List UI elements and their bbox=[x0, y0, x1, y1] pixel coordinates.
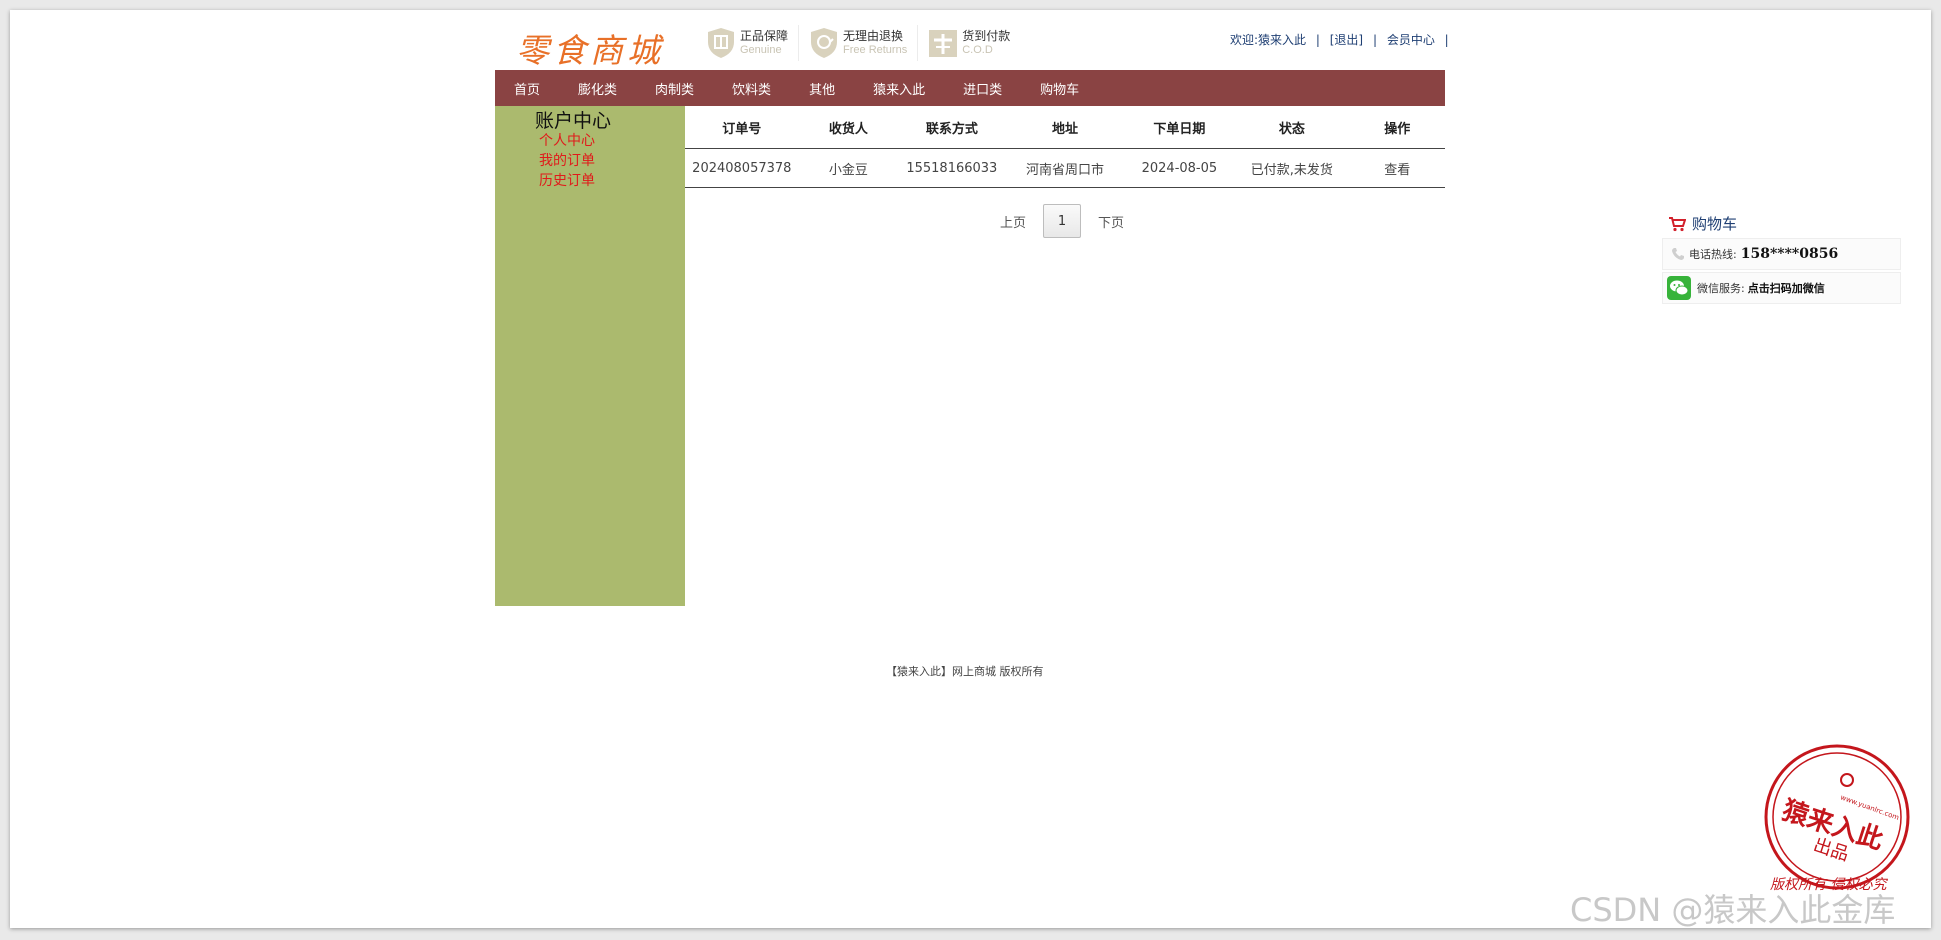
address-cell: 河南省周口市 bbox=[1005, 148, 1125, 188]
cart-icon bbox=[1669, 216, 1686, 231]
badge-subtitle: C.O.D bbox=[962, 44, 993, 56]
page-number-button[interactable]: 1 bbox=[1043, 204, 1082, 238]
nav-item-brand[interactable]: 猿来入此 bbox=[854, 79, 944, 98]
wechat-action: 点击扫码加微信 bbox=[1747, 282, 1825, 295]
badge-title: 无理由退换 bbox=[843, 29, 904, 43]
nav-item-cart[interactable]: 购物车 bbox=[1021, 79, 1098, 98]
cod-icon bbox=[929, 30, 958, 57]
footer-copyright: 【猿来入此】网上商城 版权所有 bbox=[886, 665, 1044, 678]
column-header: 地址 bbox=[1005, 106, 1125, 149]
site-logo[interactable]: 零食商城 bbox=[516, 24, 664, 72]
status-cell: 已付款,未发货 bbox=[1234, 148, 1350, 188]
sidebar-item-profile[interactable]: 个人中心 bbox=[539, 130, 595, 150]
contact-cell: 15518166033 bbox=[898, 148, 1006, 188]
column-header: 订单号 bbox=[685, 106, 799, 149]
phone-icon bbox=[1672, 248, 1684, 260]
orders-table: 订单号 收货人 联系方式 地址 下单日期 状态 操作 202408057378 … bbox=[685, 106, 1445, 188]
nav-item-puffed[interactable]: 膨化类 bbox=[559, 79, 636, 98]
side-cart-link[interactable]: 购物车 bbox=[1668, 213, 1737, 234]
badge-returns: 无理由退换 Free Returns bbox=[809, 25, 919, 61]
brand-seal-stamp: www.yuanlrc.com 猿来入此 出品 版权所有 侵权必究 bbox=[1764, 744, 1910, 892]
nav-item-drinks[interactable]: 饮料类 bbox=[713, 79, 790, 98]
nav-item-imported[interactable]: 进口类 bbox=[944, 79, 1021, 98]
wechat-box[interactable]: 微信服务: 点击扫码加微信 bbox=[1662, 272, 1901, 304]
column-header: 状态 bbox=[1234, 106, 1350, 149]
badge-genuine: 正品保障 Genuine bbox=[706, 25, 800, 61]
column-header: 下单日期 bbox=[1124, 106, 1235, 149]
shield-genuine-icon bbox=[708, 28, 734, 58]
table-header-row: 订单号 收货人 联系方式 地址 下单日期 状态 操作 bbox=[685, 106, 1445, 149]
pagination: 上页 1 下页 bbox=[1000, 204, 1124, 238]
order-number-cell: 202408057378 bbox=[685, 148, 799, 188]
badge-title: 货到付款 bbox=[962, 29, 1011, 43]
csdn-watermark: CSDN @猿来入此金库 bbox=[1570, 891, 1896, 929]
hotline-box: 电话热线: 158****0856 bbox=[1662, 238, 1901, 270]
badge-cod: 货到付款 C.O.D bbox=[928, 25, 1020, 61]
sidebar-item-my-orders[interactable]: 我的订单 bbox=[539, 150, 595, 170]
user-bar: 欢迎:猿来入此 | [退出] | 会员中心 | bbox=[1230, 33, 1449, 47]
hotline-label: 电话热线: bbox=[1689, 248, 1737, 261]
service-badges: 正品保障 Genuine 无理由退换 Free Returns 货到付款 C.O… bbox=[706, 25, 1030, 61]
prev-page-link[interactable]: 上页 bbox=[1000, 212, 1026, 231]
wechat-icon bbox=[1667, 276, 1691, 300]
side-cart-label: 购物车 bbox=[1692, 215, 1738, 233]
account-sidebar: 账户中心 个人中心 我的订单 历史订单 bbox=[495, 106, 685, 606]
column-header: 操作 bbox=[1349, 106, 1445, 149]
shield-return-icon bbox=[811, 28, 838, 58]
nav-item-home[interactable]: 首页 bbox=[495, 79, 559, 98]
table-row: 202408057378 小金豆 15518166033 河南省周口市 2024… bbox=[685, 148, 1445, 188]
member-center-link[interactable]: 会员中心 bbox=[1387, 33, 1435, 47]
badge-subtitle: Genuine bbox=[740, 44, 782, 56]
sidebar-item-history-orders[interactable]: 历史订单 bbox=[539, 170, 595, 190]
nav-item-meat[interactable]: 肉制类 bbox=[636, 79, 713, 98]
nav-item-other[interactable]: 其他 bbox=[790, 79, 854, 98]
next-page-link[interactable]: 下页 bbox=[1098, 212, 1124, 231]
welcome-user-link[interactable]: 欢迎:猿来入此 bbox=[1230, 33, 1306, 47]
view-order-link[interactable]: 查看 bbox=[1349, 148, 1445, 188]
logout-link[interactable]: [退出] bbox=[1330, 33, 1363, 47]
badge-title: 正品保障 bbox=[740, 29, 789, 43]
wechat-label: 微信服务: bbox=[1697, 282, 1745, 295]
column-header: 收货人 bbox=[798, 106, 899, 149]
order-date-cell: 2024-08-05 bbox=[1124, 148, 1235, 188]
hotline-number: 158****0856 bbox=[1740, 246, 1839, 262]
badge-subtitle: Free Returns bbox=[843, 44, 908, 56]
receiver-cell: 小金豆 bbox=[798, 148, 899, 188]
main-nav: 首页 膨化类 肉制类 饮料类 其他 猿来入此 进口类 购物车 bbox=[495, 70, 1445, 106]
column-header: 联系方式 bbox=[898, 106, 1006, 149]
sidebar-title: 账户中心 bbox=[535, 110, 612, 132]
